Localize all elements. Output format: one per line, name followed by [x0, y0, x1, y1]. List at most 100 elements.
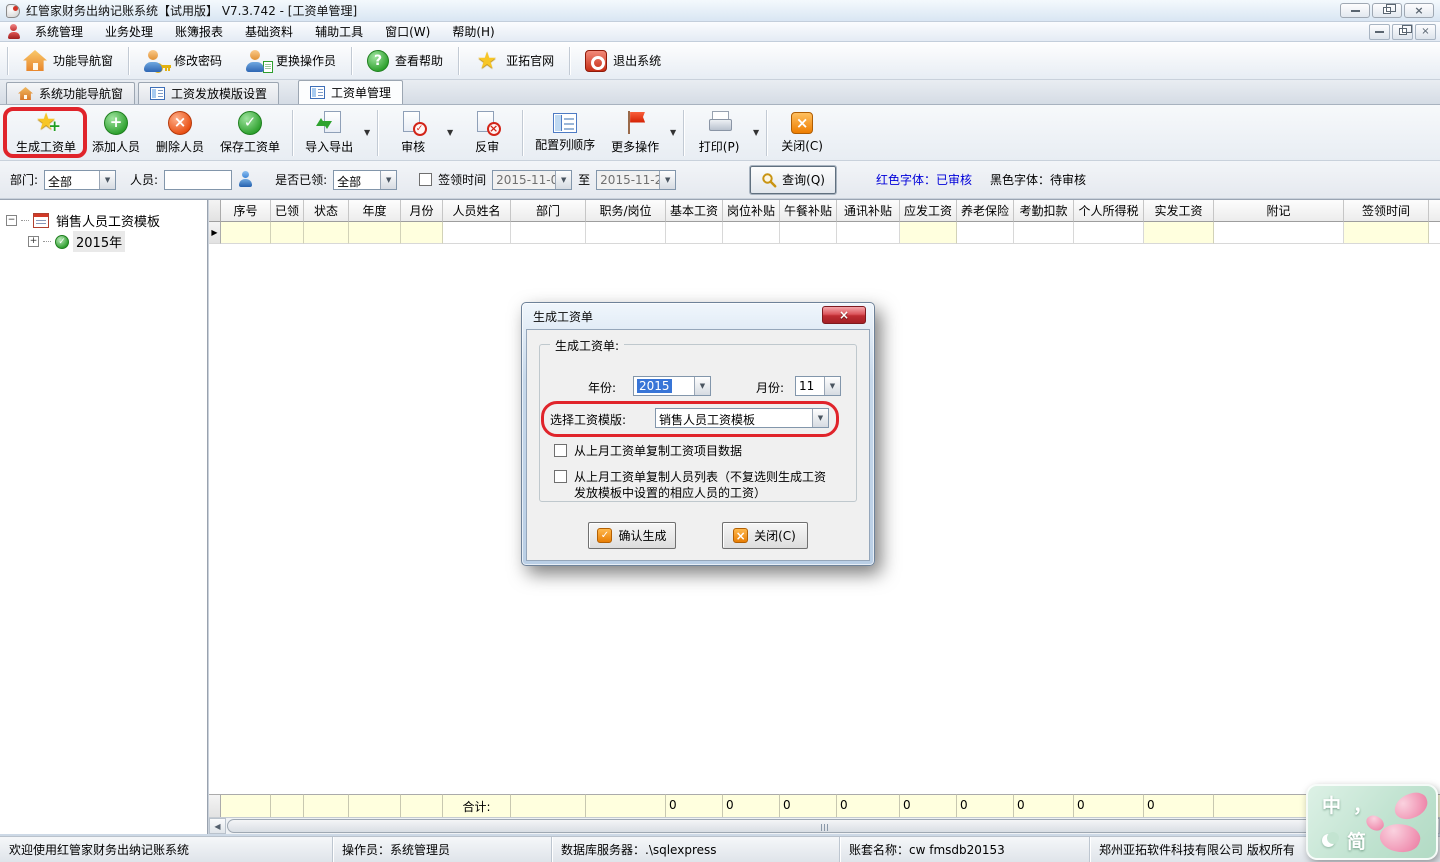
- grid-cell[interactable]: [443, 222, 511, 244]
- column-header-19[interactable]: 签领时间: [1344, 200, 1429, 222]
- grid-cell[interactable]: [304, 222, 349, 244]
- ime-chinese-toggle[interactable]: 中: [1322, 791, 1341, 818]
- mdi-restore-button[interactable]: [1392, 24, 1413, 40]
- month-select[interactable]: 11: [795, 376, 841, 396]
- dialog-close-action-button[interactable]: 关闭(C): [722, 522, 808, 549]
- copy-people-checkbox[interactable]: [554, 470, 567, 483]
- grid-cell[interactable]: [723, 222, 780, 244]
- minimize-button[interactable]: [1340, 3, 1370, 18]
- grid-cell[interactable]: [401, 222, 443, 244]
- moon-icon[interactable]: [1322, 834, 1335, 847]
- mdi-close-button[interactable]: ×: [1415, 24, 1436, 40]
- grid-cell[interactable]: [1074, 222, 1144, 244]
- column-header-3[interactable]: 状态: [304, 200, 349, 222]
- menu-help[interactable]: 帮助(H): [441, 22, 505, 42]
- dropdown-arrow-icon[interactable]: [361, 128, 373, 137]
- grid-cell[interactable]: [221, 222, 271, 244]
- tree-root-label[interactable]: 销售人员工资模板: [53, 210, 163, 231]
- query-button[interactable]: 查询(Q): [750, 166, 836, 194]
- column-header-2[interactable]: 已领: [271, 200, 304, 222]
- person-input[interactable]: [164, 170, 232, 190]
- official-site-button[interactable]: 亚拓官网: [462, 45, 566, 77]
- dropdown-arrow-icon[interactable]: [444, 128, 456, 137]
- save-payroll-button[interactable]: ✓ 保存工资单: [212, 109, 288, 157]
- confirm-generate-button[interactable]: 确认生成: [588, 522, 675, 549]
- grid-cell[interactable]: [1014, 222, 1074, 244]
- generate-payroll-button[interactable]: 生成工资单: [8, 108, 84, 157]
- person-icon[interactable]: [238, 171, 253, 188]
- mdi-minimize-button[interactable]: [1369, 24, 1390, 40]
- menu-basedata[interactable]: 基础资料: [234, 22, 304, 42]
- column-header-9[interactable]: 基本工资: [666, 200, 723, 222]
- column-header-20[interactable]: 签领人: [1429, 200, 1440, 222]
- import-export-button[interactable]: 导入导出: [297, 109, 361, 157]
- column-header-6[interactable]: 人员姓名: [443, 200, 511, 222]
- dropdown-arrow-icon[interactable]: [750, 128, 762, 137]
- grid-cell[interactable]: [586, 222, 666, 244]
- menu-system[interactable]: 系统管理: [24, 22, 94, 42]
- collapse-icon[interactable]: −: [6, 215, 17, 226]
- nav-window-button[interactable]: 功能导航窗: [11, 45, 125, 77]
- column-header-16[interactable]: 个人所得税: [1074, 200, 1144, 222]
- grid-cell[interactable]: [271, 222, 304, 244]
- column-header-5[interactable]: 月份: [401, 200, 443, 222]
- more-actions-button[interactable]: 更多操作: [603, 109, 667, 157]
- column-header-18[interactable]: 附记: [1214, 200, 1344, 222]
- copy-data-checkbox[interactable]: [554, 444, 567, 457]
- grid-cell[interactable]: [1429, 222, 1440, 244]
- grid-cell[interactable]: [511, 222, 586, 244]
- grid-cell[interactable]: [349, 222, 401, 244]
- close-button[interactable]: ×: [1404, 3, 1434, 18]
- change-password-button[interactable]: 修改密码: [132, 45, 234, 77]
- column-header-13[interactable]: 应发工资: [900, 200, 957, 222]
- grid-cell[interactable]: [900, 222, 957, 244]
- column-header-10[interactable]: 岗位补贴: [723, 200, 780, 222]
- tree-node-label[interactable]: 2015年: [73, 231, 125, 252]
- date-from-select[interactable]: 2015-11-01: [492, 170, 572, 190]
- column-header-4[interactable]: 年度: [349, 200, 401, 222]
- ime-widget[interactable]: 中 ， 简: [1306, 784, 1438, 860]
- restore-button[interactable]: [1372, 3, 1402, 18]
- grid-cell[interactable]: [780, 222, 837, 244]
- received-select[interactable]: 全部: [333, 170, 397, 190]
- grid-cell[interactable]: [837, 222, 900, 244]
- scrollbar-thumb[interactable]: [227, 819, 1422, 833]
- column-header-8[interactable]: 职务/岗位: [586, 200, 666, 222]
- template-select[interactable]: 销售人员工资模板: [655, 408, 829, 428]
- switch-operator-button[interactable]: 更换操作员: [234, 45, 348, 77]
- column-header-14[interactable]: 养老保险: [957, 200, 1014, 222]
- tab-system-nav[interactable]: 系统功能导航窗: [6, 82, 135, 104]
- menu-business[interactable]: 业务处理: [94, 22, 164, 42]
- delete-person-button[interactable]: × 删除人员: [148, 109, 212, 157]
- sign-time-checkbox[interactable]: [419, 173, 432, 186]
- column-header-7[interactable]: 部门: [511, 200, 586, 222]
- grid-cell[interactable]: [957, 222, 1014, 244]
- window-titlebar[interactable]: 红管家财务出纳记账系统【试用版】 V7.3.742 - [工资单管理] ×: [0, 0, 1440, 22]
- tab-payroll-management[interactable]: 工资单管理: [298, 80, 403, 104]
- column-header-12[interactable]: 通讯补贴: [837, 200, 900, 222]
- unaudit-button[interactable]: 反审: [456, 109, 518, 157]
- column-header-17[interactable]: 实发工资: [1144, 200, 1214, 222]
- menu-tools[interactable]: 辅助工具: [304, 22, 374, 42]
- grid-cell[interactable]: [1344, 222, 1429, 244]
- expand-icon[interactable]: +: [28, 236, 39, 247]
- column-header-1[interactable]: 序号: [221, 200, 271, 222]
- audit-button[interactable]: 审核: [382, 109, 444, 157]
- horizontal-scrollbar[interactable]: [209, 817, 1440, 834]
- grid-cell[interactable]: [1214, 222, 1344, 244]
- close-module-button[interactable]: 关闭(C): [771, 110, 833, 156]
- tab-salary-template[interactable]: 工资发放模版设置: [138, 82, 279, 104]
- exit-system-button[interactable]: 退出系统: [573, 45, 673, 77]
- year-select[interactable]: 2015: [633, 376, 711, 396]
- grid-cell[interactable]: [666, 222, 723, 244]
- configure-columns-button[interactable]: 配置列顺序: [527, 111, 603, 155]
- view-help-button[interactable]: 查看帮助: [355, 45, 455, 77]
- tree-root-salary-template[interactable]: − 销售人员工资模板: [6, 210, 203, 231]
- tree-node-2015[interactable]: + 2015年: [6, 231, 203, 252]
- dropdown-arrow-icon[interactable]: [667, 128, 679, 137]
- dialog-close-button[interactable]: [822, 306, 866, 324]
- menu-window[interactable]: 窗口(W): [374, 22, 441, 42]
- ime-simplified-toggle[interactable]: 简: [1347, 827, 1366, 854]
- grid-cell[interactable]: [1144, 222, 1214, 244]
- add-person-button[interactable]: + 添加人员: [84, 109, 148, 157]
